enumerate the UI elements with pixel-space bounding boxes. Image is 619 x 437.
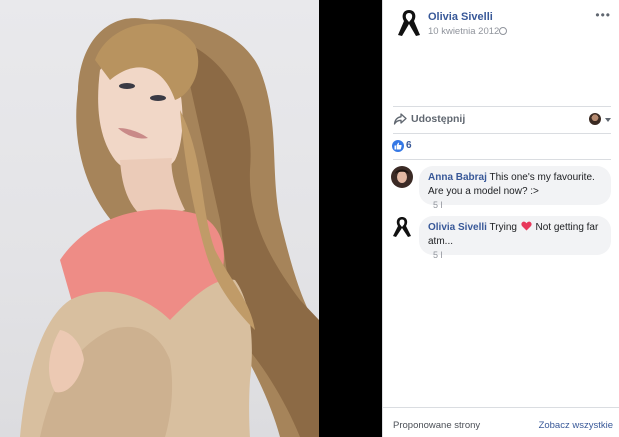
awareness-ribbon-avatar[interactable] (391, 216, 413, 238)
more-options-icon[interactable]: ••• (595, 8, 611, 22)
comment-text-start: Trying (489, 222, 517, 233)
comment-author[interactable]: Olivia Sivelli (428, 222, 487, 233)
post-photo[interactable] (0, 0, 319, 437)
comment-bubble: Anna Babraj This one's my favourite. Are… (419, 166, 611, 205)
post-author-name[interactable]: Olivia Sivelli (428, 11, 493, 23)
divider (393, 133, 611, 134)
post-date[interactable]: 10 kwietnia 2012 (428, 26, 499, 37)
divider (393, 159, 611, 160)
divider (382, 407, 619, 408)
globe-icon (499, 27, 507, 35)
see-all-link[interactable]: Zobacz wszystkie (539, 420, 613, 431)
share-button[interactable]: Udostępnij (411, 113, 465, 125)
heart-emoji-icon (521, 221, 532, 231)
viewer-avatar[interactable] (589, 113, 601, 125)
like-count[interactable]: 6 (406, 140, 412, 151)
divider (393, 106, 611, 107)
comment-timestamp[interactable]: 5 l (433, 250, 443, 260)
comment-author[interactable]: Anna Babraj (428, 172, 487, 183)
chevron-down-icon[interactable] (605, 118, 611, 122)
comment-timestamp[interactable]: 5 l (433, 200, 443, 210)
commenter-avatar[interactable] (391, 166, 413, 188)
like-icon (392, 140, 404, 152)
suggested-pages-heading: Proponowane strony (393, 420, 481, 431)
awareness-ribbon-avatar[interactable] (396, 8, 422, 38)
comment-bubble: Olivia Sivelli Trying Not getting far at… (419, 216, 611, 255)
portrait-image (20, 18, 319, 437)
lightbox-gutter (319, 0, 382, 437)
post-side-panel: Olivia Sivelli 10 kwietnia 2012 ••• Udos… (382, 0, 619, 437)
share-action-row: Udostępnij (393, 108, 611, 132)
share-icon[interactable] (393, 112, 407, 126)
